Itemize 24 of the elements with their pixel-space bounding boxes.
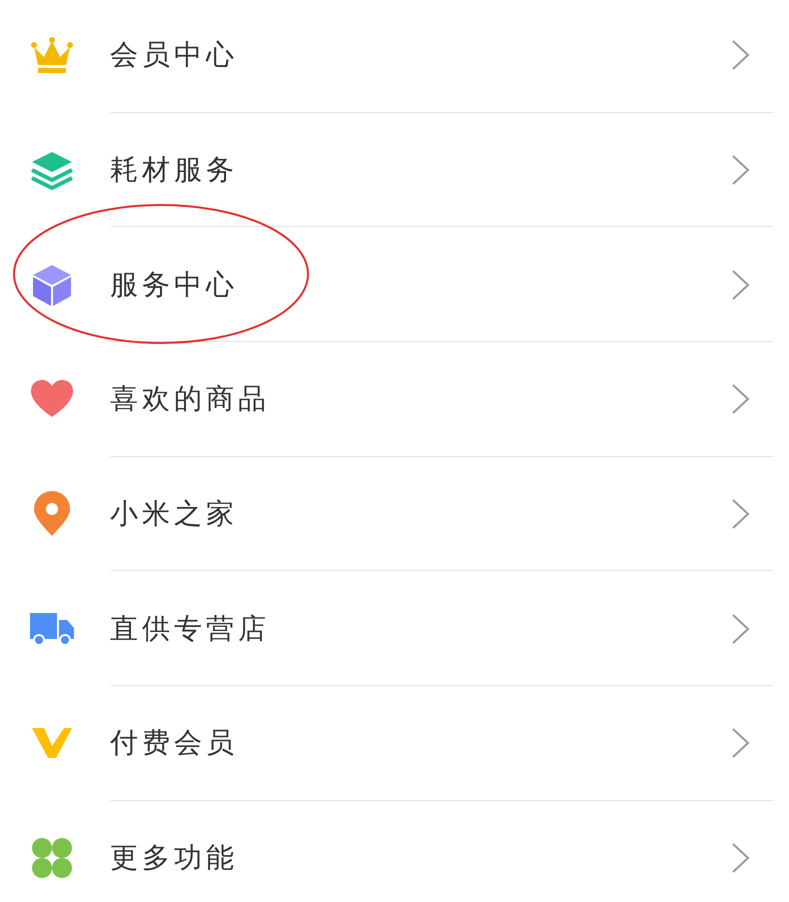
truck-icon: [29, 610, 75, 647]
menu-label: 付费会员: [110, 725, 239, 762]
menu-item[interactable]: 会员中心: [0, 0, 789, 113]
menu-item[interactable]: 直供专营店: [0, 571, 789, 686]
menu-label: 服务中心: [110, 266, 239, 303]
menu-label: 喜欢的商品: [110, 381, 271, 418]
menu-label: 耗材服务: [110, 152, 239, 188]
menu-label: 直供专营店: [110, 610, 271, 647]
menu-item[interactable]: 喜欢的商品: [0, 342, 789, 457]
menu-label: 会员中心: [110, 37, 239, 74]
menu-item[interactable]: 更多功能: [0, 800, 789, 902]
menu-item[interactable]: 服务中心: [0, 227, 789, 342]
crown-icon: [30, 35, 74, 76]
menu-item[interactable]: 付费会员: [0, 686, 789, 801]
menu-label: 小米之家: [110, 496, 239, 532]
location-pin-icon: [32, 491, 72, 538]
menu-label: 更多功能: [110, 840, 239, 876]
layers-icon: [30, 150, 74, 190]
menu-item[interactable]: 小米之家: [0, 456, 789, 572]
cube-icon: [30, 262, 74, 307]
menu-item[interactable]: 耗材服务: [0, 112, 789, 228]
clover-icon: [31, 837, 73, 880]
v-letter-icon: [30, 726, 74, 760]
heart-icon: [30, 379, 74, 420]
